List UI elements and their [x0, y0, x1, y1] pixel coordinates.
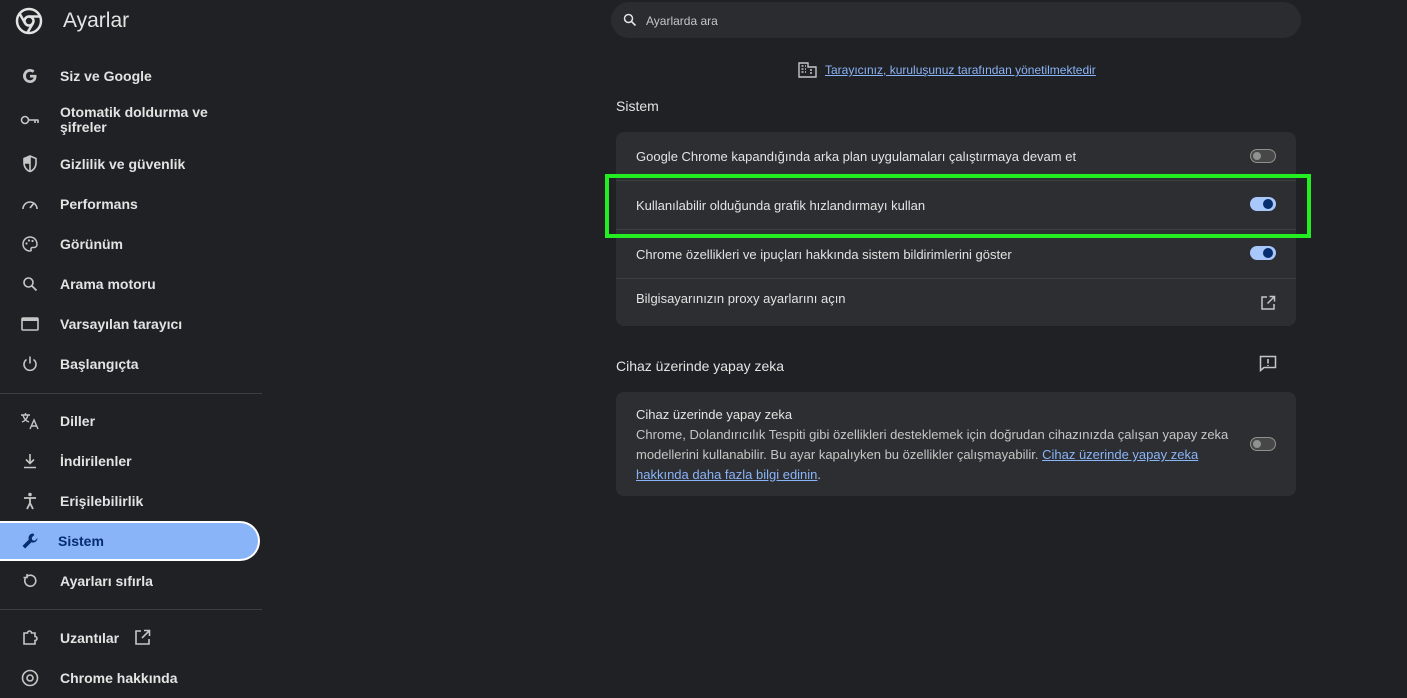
- sidebar-item-label: Ayarları sıfırla: [60, 572, 153, 589]
- system-settings-card: Google Chrome kapandığında arka plan uyg…: [616, 132, 1296, 326]
- open-external-icon: [134, 629, 151, 651]
- sidebar-item-label: Chrome hakkında: [60, 669, 178, 686]
- chrome-icon: [20, 668, 40, 688]
- accessibility-icon: [20, 491, 40, 511]
- ai-row-title: Cihaz üzerinde yapay zeka: [636, 407, 793, 422]
- sidebar-item-label: Uzantılar: [60, 629, 120, 646]
- building-icon: [798, 62, 817, 78]
- reset-icon: [20, 571, 40, 591]
- ai-settings-card: Cihaz üzerinde yapay zeka Chrome, Doland…: [616, 392, 1296, 496]
- sidebar-item-performans[interactable]: Performans: [0, 184, 262, 224]
- key-icon: [20, 110, 40, 130]
- shield-icon: [20, 154, 40, 174]
- power-icon: [20, 354, 40, 374]
- sidebar-item-uzantilar[interactable]: Uzantılar: [0, 618, 262, 658]
- setting-label: Kullanılabilir olduğunda grafik hızlandı…: [636, 198, 926, 213]
- on-device-ai-toggle[interactable]: [1250, 437, 1276, 451]
- search-icon: [20, 274, 40, 294]
- chrome-logo-icon: [15, 7, 43, 35]
- sidebar-item-otomatik-doldurma[interactable]: Otomatik doldurma ve şifreler: [0, 100, 262, 140]
- setting-row-proxy[interactable]: Bilgisayarınızın proxy ayarlarını açın: [616, 279, 1296, 326]
- sidebar-divider: [0, 609, 262, 610]
- managed-notice: Tarayıcınız, kuruluşunuz tarafından yöne…: [798, 62, 1096, 78]
- sidebar-item-label: Arama motoru: [60, 275, 156, 292]
- sidebar-item-label: Performans: [60, 195, 138, 212]
- system-notifications-toggle[interactable]: [1250, 246, 1276, 260]
- sidebar-item-label: Görünüm: [60, 235, 123, 252]
- puzzle-icon: [20, 628, 40, 648]
- speedometer-icon: [20, 194, 40, 214]
- search-icon: [623, 13, 637, 27]
- section-title-ai: Cihaz üzerinde yapay zeka: [616, 358, 785, 374]
- sidebar-item-label: Varsayılan tarayıcı: [60, 315, 183, 332]
- google-g-icon: [20, 66, 40, 86]
- sidebar: Ayarlar Siz ve Google Otomatik doldurma …: [0, 0, 262, 687]
- sidebar-item-arama-motoru[interactable]: Arama motoru: [0, 264, 262, 304]
- translate-icon: [20, 411, 40, 431]
- managed-notice-link[interactable]: Tarayıcınız, kuruluşunuz tarafından yöne…: [825, 63, 1096, 77]
- section-title-sistem: Sistem: [616, 98, 659, 114]
- search-bar[interactable]: [611, 2, 1301, 38]
- setting-label: Bilgisayarınızın proxy ayarlarını açın: [636, 291, 846, 306]
- sidebar-item-baslangicta[interactable]: Başlangıçta: [0, 344, 262, 384]
- palette-icon: [20, 234, 40, 254]
- setting-label: Chrome özellikleri ve ipuçları hakkında …: [636, 247, 1012, 262]
- setting-label: Google Chrome kapandığında arka plan uyg…: [636, 149, 1077, 164]
- sidebar-item-gorunum[interactable]: Görünüm: [0, 224, 262, 264]
- sidebar-item-label: Başlangıçta: [60, 355, 139, 372]
- download-icon: [20, 451, 40, 471]
- browser-window-icon: [20, 314, 40, 334]
- sidebar-divider: [0, 393, 262, 394]
- open-external-icon[interactable]: [1260, 295, 1276, 316]
- sidebar-item-sistem[interactable]: Sistem: [0, 521, 260, 561]
- ai-row-description: Chrome, Dolandırıcılık Tespiti gibi özel…: [636, 425, 1236, 485]
- sidebar-item-label: Sistem: [58, 532, 104, 549]
- sidebar-item-label: Siz ve Google: [60, 67, 152, 84]
- sidebar-item-diller[interactable]: Diller: [0, 401, 262, 441]
- setting-row-hardware-acceleration[interactable]: Kullanılabilir olduğunda grafik hızlandı…: [616, 181, 1296, 229]
- sidebar-item-indirilenler[interactable]: İndirilenler: [0, 441, 262, 481]
- background-apps-toggle[interactable]: [1250, 149, 1276, 163]
- page-title: Ayarlar: [63, 9, 130, 32]
- setting-row-system-notifications[interactable]: Chrome özellikleri ve ipuçları hakkında …: [616, 230, 1296, 278]
- brand: Ayarlar: [15, 7, 129, 35]
- sidebar-item-varsayilan-tarayici[interactable]: Varsayılan tarayıcı: [0, 304, 262, 344]
- sidebar-item-gizlilik[interactable]: Gizlilik ve güvenlik: [0, 144, 262, 184]
- search-input[interactable]: [644, 10, 1248, 32]
- sidebar-item-label: Erişilebilirlik: [60, 492, 144, 509]
- sidebar-item-label: Diller: [60, 412, 96, 429]
- sidebar-item-chrome-hakkinda[interactable]: Chrome hakkında: [0, 658, 262, 698]
- sidebar-item-label: İndirilenler: [60, 452, 132, 469]
- sidebar-item-ayarlari-sifirla[interactable]: Ayarları sıfırla: [0, 561, 262, 601]
- sidebar-item-siz-ve-google[interactable]: Siz ve Google: [0, 56, 262, 96]
- sidebar-item-label: Otomatik doldurma ve şifreler: [60, 104, 208, 135]
- wrench-icon: [20, 531, 40, 551]
- ai-link-suffix: .: [817, 467, 822, 482]
- sidebar-item-erisilebilirlik[interactable]: Erişilebilirlik: [0, 481, 262, 521]
- sidebar-item-label: Gizlilik ve güvenlik: [60, 155, 186, 172]
- feedback-icon[interactable]: [1259, 355, 1277, 377]
- hardware-acceleration-toggle[interactable]: [1250, 197, 1276, 211]
- setting-row-background-apps[interactable]: Google Chrome kapandığında arka plan uyg…: [616, 132, 1296, 180]
